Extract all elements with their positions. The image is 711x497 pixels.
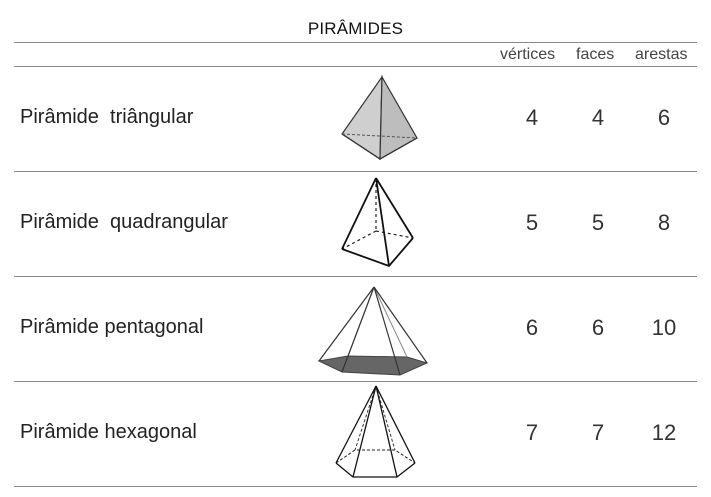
faces-value: 6 xyxy=(591,315,605,340)
header-arestas: arestas xyxy=(635,46,688,63)
row-name: Pirâmide pentagonal xyxy=(20,316,204,338)
header-faces: faces xyxy=(576,46,615,63)
faces-value: 7 xyxy=(591,420,605,445)
arestas-value: 12 xyxy=(651,420,677,445)
triangular-pyramid-figure xyxy=(310,67,440,172)
quadrangular-pyramid-figure xyxy=(310,172,440,277)
table-row: Pirâmide hexagonal 7 7 12 xyxy=(0,382,711,487)
table-title: PIRÂMIDES xyxy=(307,19,404,38)
arestas-value: 10 xyxy=(651,315,677,340)
row-name: Pirâmide quadrangular xyxy=(20,211,228,233)
vertices-value: 7 xyxy=(525,420,539,445)
pentagonal-pyramid-figure xyxy=(310,277,440,382)
hexagonal-pyramid-figure xyxy=(310,382,440,487)
header-vertices: vértices xyxy=(500,46,556,63)
table-row: Pirâmide quadrangular 5 5 8 xyxy=(0,172,711,277)
table-row: Pirâmide triângular 4 4 6 xyxy=(0,67,711,172)
arestas-value: 6 xyxy=(657,105,671,130)
arestas-value: 8 xyxy=(657,210,671,235)
vertices-value: 4 xyxy=(525,105,539,130)
title-divider xyxy=(14,42,697,43)
table-row: Pirâmide pentagonal 6 6 10 xyxy=(0,277,711,382)
vertices-value: 6 xyxy=(525,315,539,340)
vertices-value: 5 xyxy=(525,210,539,235)
row-name: Pirâmide triângular xyxy=(20,106,194,128)
faces-value: 4 xyxy=(591,105,605,130)
faces-value: 5 xyxy=(591,210,605,235)
row-name: Pirâmide hexagonal xyxy=(20,421,197,443)
table-bottom-border xyxy=(14,486,697,487)
